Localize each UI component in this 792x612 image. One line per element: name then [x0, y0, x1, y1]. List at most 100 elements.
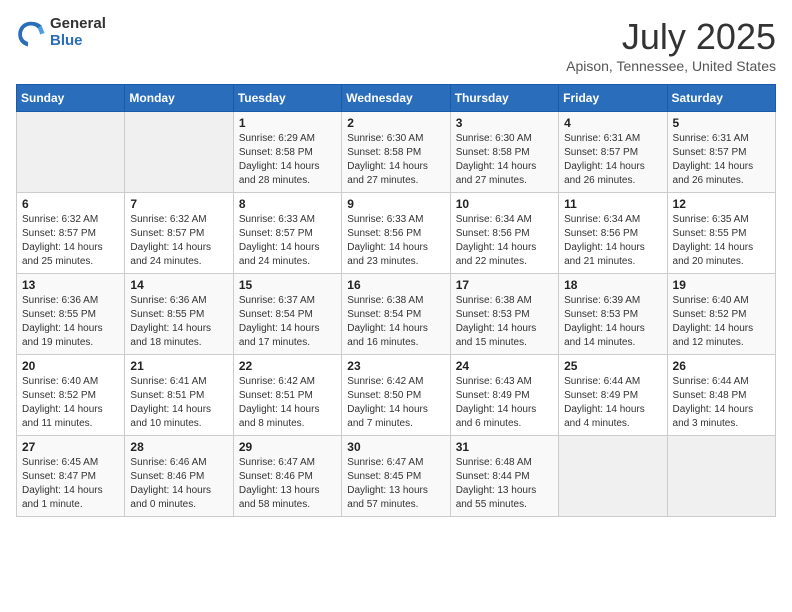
- calendar-cell: 27Sunrise: 6:45 AMSunset: 8:47 PMDayligh…: [17, 436, 125, 517]
- day-number: 21: [130, 359, 227, 373]
- day-info: Sunrise: 6:34 AMSunset: 8:56 PMDaylight:…: [564, 213, 661, 269]
- day-number: 3: [456, 116, 553, 130]
- day-info: Sunrise: 6:32 AMSunset: 8:57 PMDaylight:…: [130, 213, 227, 269]
- day-number: 24: [456, 359, 553, 373]
- calendar-cell: 12 Sunrise: 6:35 AMSunset: 8:55 PMDayligh…: [667, 193, 775, 274]
- day-number: 30: [347, 440, 444, 454]
- day-info: Sunrise: 6:31 AMSunset: 8:57 PMDaylight:…: [564, 132, 661, 188]
- day-number: 15: [239, 278, 336, 292]
- calendar-cell: [559, 436, 667, 517]
- calendar-cell: 25Sunrise: 6:44 AMSunset: 8:49 PMDayligh…: [559, 355, 667, 436]
- calendar-cell: 9 Sunrise: 6:33 AMSunset: 8:56 PMDaylight…: [342, 193, 450, 274]
- calendar-cell: 17 Sunrise: 6:38 AMSunset: 8:53 PMDayligh…: [450, 274, 558, 355]
- day-info: Sunrise: 6:29 AMSunset: 8:58 PMDaylight:…: [239, 132, 336, 188]
- day-number: 5: [673, 116, 770, 130]
- day-info: Sunrise: 6:46 AMSunset: 8:46 PMDaylight:…: [130, 456, 227, 512]
- calendar-day-header: Monday: [125, 85, 233, 112]
- calendar-cell: 8 Sunrise: 6:33 AMSunset: 8:57 PMDaylight…: [233, 193, 341, 274]
- calendar-day-header: Tuesday: [233, 85, 341, 112]
- title-area: July 2025 Apison, Tennessee, United Stat…: [566, 16, 776, 74]
- day-info: Sunrise: 6:38 AMSunset: 8:53 PMDaylight:…: [456, 294, 553, 350]
- day-number: 19: [673, 278, 770, 292]
- day-number: 4: [564, 116, 661, 130]
- calendar-week-row: 6Sunrise: 6:32 AMSunset: 8:57 PMDaylight…: [17, 193, 776, 274]
- calendar-cell: 10Sunrise: 6:34 AMSunset: 8:56 PMDayligh…: [450, 193, 558, 274]
- day-info: Sunrise: 6:39 AMSunset: 8:53 PMDaylight:…: [564, 294, 661, 350]
- day-info: Sunrise: 6:33 AMSunset: 8:56 PMDaylight:…: [347, 213, 444, 269]
- day-number: 8: [239, 197, 336, 211]
- calendar-week-row: 20 Sunrise: 6:40 AMSunset: 8:52 PMDayligh…: [17, 355, 776, 436]
- day-number: 13: [22, 278, 119, 292]
- day-number: 29: [239, 440, 336, 454]
- calendar-cell: 5Sunrise: 6:31 AMSunset: 8:57 PMDaylight…: [667, 112, 775, 193]
- day-number: 28: [130, 440, 227, 454]
- day-info: Sunrise: 6:40 AMSunset: 8:52 PMDaylight:…: [22, 375, 119, 431]
- calendar-day-header: Wednesday: [342, 85, 450, 112]
- month-title: July 2025: [566, 16, 776, 58]
- calendar-cell: 13 Sunrise: 6:36 AMSunset: 8:55 PMDayligh…: [17, 274, 125, 355]
- day-number: 11: [564, 197, 661, 211]
- day-number: 9: [347, 197, 444, 211]
- calendar-cell: 24 Sunrise: 6:43 AMSunset: 8:49 PMDayligh…: [450, 355, 558, 436]
- calendar-cell: 31 Sunrise: 6:48 AMSunset: 8:44 PMDayligh…: [450, 436, 558, 517]
- day-number: 14: [130, 278, 227, 292]
- calendar: SundayMondayTuesdayWednesdayThursdayFrid…: [16, 84, 776, 517]
- calendar-cell: [17, 112, 125, 193]
- calendar-cell: 29Sunrise: 6:47 AMSunset: 8:46 PMDayligh…: [233, 436, 341, 517]
- calendar-cell: [125, 112, 233, 193]
- calendar-cell: 4 Sunrise: 6:31 AMSunset: 8:57 PMDaylight…: [559, 112, 667, 193]
- logo-icon: [16, 18, 46, 48]
- day-info: Sunrise: 6:45 AMSunset: 8:47 PMDaylight:…: [22, 456, 119, 512]
- day-info: Sunrise: 6:40 AMSunset: 8:52 PMDaylight:…: [673, 294, 770, 350]
- calendar-cell: 7 Sunrise: 6:32 AMSunset: 8:57 PMDaylight…: [125, 193, 233, 274]
- day-number: 1: [239, 116, 336, 130]
- location-title: Apison, Tennessee, United States: [566, 58, 776, 74]
- day-info: Sunrise: 6:44 AMSunset: 8:48 PMDaylight:…: [673, 375, 770, 431]
- day-info: Sunrise: 6:48 AMSunset: 8:44 PMDaylight:…: [456, 456, 553, 512]
- day-number: 31: [456, 440, 553, 454]
- page-header: General Blue July 2025 Apison, Tennessee…: [16, 16, 776, 74]
- day-info: Sunrise: 6:34 AMSunset: 8:56 PMDaylight:…: [456, 213, 553, 269]
- day-info: Sunrise: 6:33 AMSunset: 8:57 PMDaylight:…: [239, 213, 336, 269]
- calendar-cell: 30 Sunrise: 6:47 AMSunset: 8:45 PMDayligh…: [342, 436, 450, 517]
- day-number: 12: [673, 197, 770, 211]
- day-info: Sunrise: 6:35 AMSunset: 8:55 PMDaylight:…: [673, 213, 770, 269]
- day-info: Sunrise: 6:44 AMSunset: 8:49 PMDaylight:…: [564, 375, 661, 431]
- calendar-day-header: Sunday: [17, 85, 125, 112]
- calendar-cell: 3 Sunrise: 6:30 AMSunset: 8:58 PMDaylight…: [450, 112, 558, 193]
- calendar-cell: 20 Sunrise: 6:40 AMSunset: 8:52 PMDayligh…: [17, 355, 125, 436]
- day-number: 20: [22, 359, 119, 373]
- calendar-header-row: SundayMondayTuesdayWednesdayThursdayFrid…: [17, 85, 776, 112]
- day-number: 17: [456, 278, 553, 292]
- day-info: Sunrise: 6:36 AMSunset: 8:55 PMDaylight:…: [130, 294, 227, 350]
- logo-text: General Blue: [50, 16, 106, 49]
- day-info: Sunrise: 6:30 AMSunset: 8:58 PMDaylight:…: [347, 132, 444, 188]
- calendar-cell: 28 Sunrise: 6:46 AMSunset: 8:46 PMDayligh…: [125, 436, 233, 517]
- calendar-week-row: 27Sunrise: 6:45 AMSunset: 8:47 PMDayligh…: [17, 436, 776, 517]
- calendar-cell: 22Sunrise: 6:42 AMSunset: 8:51 PMDayligh…: [233, 355, 341, 436]
- calendar-cell: 11 Sunrise: 6:34 AMSunset: 8:56 PMDayligh…: [559, 193, 667, 274]
- day-info: Sunrise: 6:47 AMSunset: 8:45 PMDaylight:…: [347, 456, 444, 512]
- day-number: 7: [130, 197, 227, 211]
- day-info: Sunrise: 6:42 AMSunset: 8:50 PMDaylight:…: [347, 375, 444, 431]
- calendar-day-header: Thursday: [450, 85, 558, 112]
- day-number: 23: [347, 359, 444, 373]
- calendar-week-row: 13 Sunrise: 6:36 AMSunset: 8:55 PMDayligh…: [17, 274, 776, 355]
- day-info: Sunrise: 6:30 AMSunset: 8:58 PMDaylight:…: [456, 132, 553, 188]
- calendar-cell: 6Sunrise: 6:32 AMSunset: 8:57 PMDaylight…: [17, 193, 125, 274]
- calendar-cell: 16Sunrise: 6:38 AMSunset: 8:54 PMDayligh…: [342, 274, 450, 355]
- day-info: Sunrise: 6:38 AMSunset: 8:54 PMDaylight:…: [347, 294, 444, 350]
- day-info: Sunrise: 6:37 AMSunset: 8:54 PMDaylight:…: [239, 294, 336, 350]
- logo-blue: Blue: [50, 33, 106, 50]
- day-info: Sunrise: 6:36 AMSunset: 8:55 PMDaylight:…: [22, 294, 119, 350]
- calendar-cell: [667, 436, 775, 517]
- logo-general: General: [50, 16, 106, 33]
- calendar-cell: 21Sunrise: 6:41 AMSunset: 8:51 PMDayligh…: [125, 355, 233, 436]
- calendar-cell: 2 Sunrise: 6:30 AMSunset: 8:58 PMDaylight…: [342, 112, 450, 193]
- day-info: Sunrise: 6:43 AMSunset: 8:49 PMDaylight:…: [456, 375, 553, 431]
- calendar-cell: 1 Sunrise: 6:29 AMSunset: 8:58 PMDaylight…: [233, 112, 341, 193]
- calendar-cell: 18Sunrise: 6:39 AMSunset: 8:53 PMDayligh…: [559, 274, 667, 355]
- calendar-day-header: Saturday: [667, 85, 775, 112]
- calendar-week-row: 1 Sunrise: 6:29 AMSunset: 8:58 PMDaylight…: [17, 112, 776, 193]
- day-number: 2: [347, 116, 444, 130]
